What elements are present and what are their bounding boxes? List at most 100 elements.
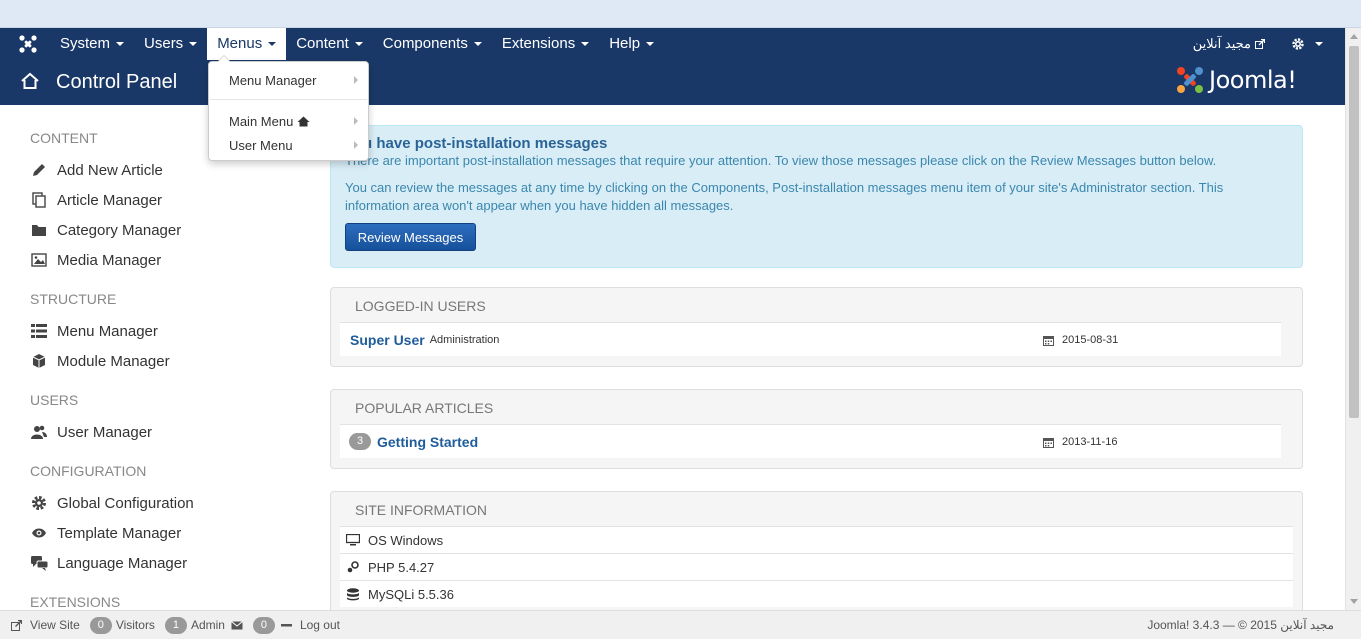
table-row: 3 Getting Started 2013-11-16 [340,424,1281,458]
caret-down-icon [268,42,277,46]
panel-heading: LOGGED-IN USERS [355,298,486,314]
alert-message: There are important post-installation me… [345,153,1217,168]
caret-down-icon [189,42,198,46]
hits-badge: 3 [349,433,371,450]
external-link-icon [1255,39,1265,49]
envelope-icon [231,620,243,629]
external-link-icon [11,619,22,631]
caret-down-icon [116,42,125,46]
post-install-alert: You have post-installation messages Ther… [330,125,1303,268]
page-title: Control Panel [56,71,178,93]
popular-articles-panel: POPULAR ARTICLES 3 Getting Started 2013-… [330,389,1303,469]
image-icon [30,251,48,269]
home-icon [297,116,310,126]
dropdown-item-main-menu[interactable]: Main Menu [209,112,368,130]
navbar-right: مجید آنلاین [1193,28,1323,60]
caret-down-icon [354,42,363,46]
sidebar-item-template-manager[interactable]: Template Manager [30,524,181,542]
logged-in-users-panel: LOGGED-IN USERS Super User Administratio… [330,287,1303,367]
menu-users[interactable]: Users [134,28,207,60]
sidebar-item-module-manager[interactable]: Module Manager [30,352,170,370]
sidebar-item-menu-manager[interactable]: Menu Manager [30,322,158,340]
article-title-link[interactable]: Getting Started [377,434,478,450]
joomla-logo-icon [1177,67,1203,93]
user-name-link[interactable]: Super User [350,332,425,348]
caret-down-icon [473,42,482,46]
view-site-link[interactable]: View Site [11,618,80,632]
top-navbar: System Users Menus Content Components Ex… [0,28,1345,60]
browser-chrome-strip [0,0,1361,28]
comments-icon [30,554,48,572]
caret-down-icon [581,42,590,46]
caret-down-icon [646,42,655,46]
logout-link[interactable]: Log out [300,618,340,632]
visitors-count: 0 Visitors [89,616,155,634]
dropdown-item-user-menu[interactable]: User Menu [209,136,368,154]
joomla-brand: Joomla! [1175,65,1297,95]
pencil-icon [30,161,48,179]
gear-icon [1292,38,1304,50]
home-icon [21,72,39,89]
database-icon [347,587,359,600]
list-item: PHP 5.4.27 [340,553,1293,580]
menu-components[interactable]: Components [373,28,492,60]
review-messages-button[interactable]: Review Messages [345,223,476,251]
sidebar-heading-users: USERS [30,392,79,408]
sidebar-item-language-manager[interactable]: Language Manager [30,554,187,572]
menu-extensions[interactable]: Extensions [492,28,599,60]
sidebar-item-category-manager[interactable]: Category Manager [30,221,181,239]
dropdown-divider [210,99,367,100]
list-icon [30,322,48,340]
sidebar-item-user-manager[interactable]: User Manager [30,423,152,441]
desktop-icon [346,534,360,546]
cog-icon [30,494,48,512]
table-row: Super User Administration 2015-08-31 [340,322,1281,356]
list-item: MySQLi 5.5.36 [340,580,1293,607]
calendar-icon [1043,335,1054,346]
visitors-badge: 0 [89,616,112,634]
page-header: Control Panel Joomla! [0,60,1345,105]
folder-icon [30,221,48,239]
menu-system[interactable]: System [50,28,134,60]
list-item: OS Windows [340,526,1293,553]
alert-message-secondary: You can review the messages at any time … [345,180,1224,213]
chevron-right-icon [354,141,358,149]
scroll-up-icon[interactable] [1350,34,1358,39]
main-menu: System Users Menus Content Components Ex… [50,28,664,60]
alert-title: You have post-installation messages [345,135,608,152]
user-location: Administration [429,333,500,346]
sidebar-heading-content: CONTENT [30,130,98,146]
page-scrollbar[interactable] [1345,28,1361,610]
article-date: 2013-11-16 [1043,425,1117,459]
cube-icon [30,352,48,370]
site-link[interactable]: مجید آنلاین [1193,36,1265,52]
menu-content[interactable]: Content [286,28,373,60]
panel-heading: POPULAR ARTICLES [355,400,494,416]
caret-down-icon [1315,42,1323,46]
scrollbar-thumb[interactable] [1349,46,1359,418]
menu-help[interactable]: Help [599,28,664,60]
admin-badge: 1 [164,616,187,634]
messages-count[interactable]: 0 Log out [252,616,340,634]
admin-count: 1 Admin [164,616,243,634]
scroll-down-icon[interactable] [1350,599,1358,604]
sidebar-heading-extensions: EXTENSIONS [30,594,121,610]
sidebar-item-article-manager[interactable]: Article Manager [30,191,162,209]
dropdown-item-menu-manager[interactable]: Menu Manager [209,71,368,89]
copyright-text: Joomla! 3.4.3 — © 2015 مجید آنلاین [1147,618,1334,632]
php-icon [347,561,359,573]
joomla-icon[interactable] [18,34,38,54]
sidebar-item-add-new-article[interactable]: Add New Article [30,161,163,179]
status-bar: View Site 0 Visitors 1 Admin 0 Log out J… [0,610,1361,639]
sidebar-item-media-manager[interactable]: Media Manager [30,251,161,269]
calendar-icon [1043,437,1054,448]
panel-heading: SITE INFORMATION [355,502,487,518]
messages-badge: 0 [252,616,275,634]
login-date: 2015-08-31 [1043,323,1118,357]
sidebar-item-global-configuration[interactable]: Global Configuration [30,494,194,512]
menus-dropdown: Menu Manager Main Menu User Menu [208,55,369,161]
users-icon [30,423,48,441]
settings-dropdown[interactable] [1291,37,1323,51]
chevron-right-icon [354,117,358,125]
sidebar-heading-structure: STRUCTURE [30,291,117,307]
